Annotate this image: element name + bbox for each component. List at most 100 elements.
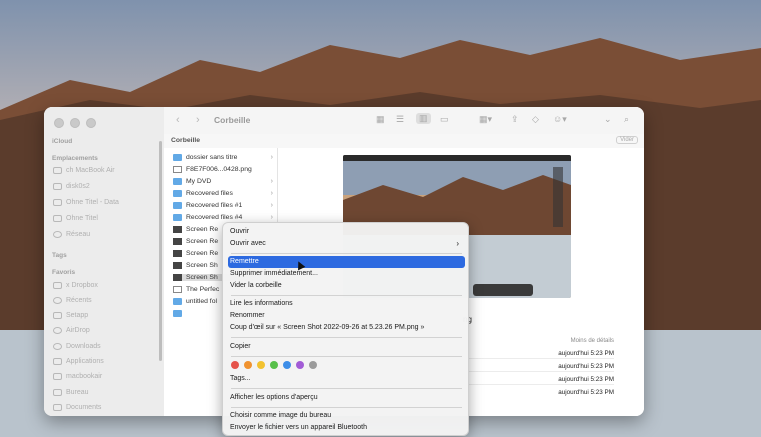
list-item[interactable]: dossier sans titre ›: [173, 154, 273, 161]
metadata-value: aujourd'hui 5:23 PM: [558, 363, 614, 370]
sidebar-item-setapp[interactable]: Setapp: [53, 312, 88, 319]
document-icon: [173, 286, 182, 293]
sidebar-item-desktop[interactable]: Bureau: [53, 389, 89, 396]
sidebar-item-recents[interactable]: Récents: [53, 297, 92, 304]
sidebar-item-label: AirDrop: [66, 327, 90, 334]
document-icon: [53, 404, 62, 411]
menu-item-empty-trash[interactable]: Vider la corbeille: [228, 280, 465, 292]
sidebar-item-disk[interactable]: disk0s2: [53, 183, 90, 190]
drive-icon: [53, 183, 62, 190]
sidebar-item-airdrop[interactable]: AirDrop: [53, 327, 90, 334]
sidebar-scrollbar[interactable]: [159, 141, 162, 361]
column-view-icon[interactable]: ▥: [416, 113, 431, 124]
video-file-icon: [173, 250, 182, 257]
search-icon[interactable]: ⌕: [624, 114, 629, 125]
menu-item-quick-look[interactable]: Coup d'œil sur « Screen Shot 2022-09-26 …: [228, 322, 465, 334]
clock-icon: [53, 297, 62, 304]
group-icon[interactable]: ▦▾: [479, 114, 492, 125]
forward-button[interactable]: ›: [196, 114, 200, 126]
tag-yellow[interactable]: [257, 361, 265, 369]
folder-icon: [173, 154, 182, 161]
sidebar-item-label: macbookair: [66, 373, 103, 380]
menu-item-open-with[interactable]: Ouvrir avec ›: [228, 238, 465, 250]
sidebar-item-home[interactable]: macbookair: [53, 373, 102, 380]
globe-icon: [53, 231, 62, 238]
sidebar-item-label: disk0s2: [66, 183, 90, 190]
file-name: Recovered files #1: [186, 202, 243, 209]
tag-red[interactable]: [231, 361, 239, 369]
less-details-link[interactable]: Moins de détails: [571, 338, 614, 344]
sidebar-section-favorites: Favoris: [52, 269, 76, 276]
sidebar-item-label: Bureau: [66, 389, 89, 396]
window-controls: [54, 118, 96, 128]
tag-purple[interactable]: [296, 361, 304, 369]
close-button[interactable]: [54, 118, 64, 128]
sidebar-item-label: Ohne Titel: [66, 215, 98, 222]
sidebar-item-label: Réseau: [66, 231, 91, 238]
menu-item-get-info[interactable]: Lire les informations: [228, 298, 465, 310]
sidebar-item-dropbox[interactable]: x Dropbox: [53, 282, 98, 289]
list-item[interactable]: Recovered files ›: [173, 190, 273, 197]
chevron-down-icon[interactable]: ⌄: [604, 114, 612, 125]
sidebar-item-label: Ohne Titel - Data: [66, 199, 119, 206]
sidebar-item-ohne-titel-data[interactable]: Ohne Titel - Data: [53, 199, 119, 206]
tag-blue[interactable]: [283, 361, 291, 369]
sidebar-item-downloads[interactable]: Downloads: [53, 343, 101, 350]
sidebar-item-applications[interactable]: Applications: [53, 358, 104, 365]
list-view-icon[interactable]: ☰: [396, 114, 404, 125]
file-name: Screen Re: [186, 250, 219, 257]
sidebar-item-network[interactable]: Réseau: [53, 231, 90, 238]
gallery-view-icon[interactable]: ▭: [440, 114, 449, 125]
sidebar-item-label: Applications: [66, 358, 104, 365]
minimize-button[interactable]: [70, 118, 80, 128]
menu-separator: [231, 295, 462, 296]
video-file-icon: [173, 238, 182, 245]
menu-separator: [231, 407, 462, 408]
file-name: Recovered files: [186, 190, 233, 197]
tag-green[interactable]: [270, 361, 278, 369]
menu-item-rename[interactable]: Renommer: [228, 310, 465, 322]
folder-icon: [173, 190, 182, 197]
file-name: F8E7F006...0428.png: [186, 166, 252, 173]
current-folder-label: Corbeille: [171, 137, 201, 144]
zoom-button[interactable]: [86, 118, 96, 128]
list-item[interactable]: Recovered files #1 ›: [173, 202, 273, 209]
file-name: My DVD: [186, 178, 212, 185]
list-item[interactable]: Recovered files #4 ›: [173, 214, 273, 221]
icon-view-icon[interactable]: ▦: [376, 114, 385, 125]
menu-item-put-back[interactable]: Remettre: [228, 256, 465, 268]
file-name: Screen Sh: [186, 262, 218, 269]
tag-orange[interactable]: [244, 361, 252, 369]
file-name: The Perfec: [186, 286, 220, 293]
menu-item-send-bluetooth[interactable]: Envoyer le fichier vers un appareil Blue…: [228, 422, 465, 434]
list-item[interactable]: F8E7F006...0428.png: [173, 166, 273, 173]
sidebar-item-label: Récents: [66, 297, 92, 304]
applications-icon: [53, 358, 62, 365]
tag-gray[interactable]: [309, 361, 317, 369]
menu-item-set-desktop-picture[interactable]: Choisir comme image du bureau: [228, 410, 465, 422]
sidebar-item-ohne-titel[interactable]: Ohne Titel: [53, 215, 98, 222]
menu-item-copy[interactable]: Copier: [228, 341, 465, 353]
file-name: Recovered files #4: [186, 214, 243, 221]
chevron-right-icon: ›: [456, 239, 459, 248]
sidebar-item-macbook[interactable]: ch MacBook Air: [53, 167, 115, 174]
divider: [468, 358, 614, 359]
more-actions-icon[interactable]: ☺▾: [553, 114, 567, 125]
sidebar-item-documents[interactable]: Documents: [53, 404, 101, 411]
image-file-icon: [173, 262, 182, 269]
back-button[interactable]: ‹: [176, 114, 180, 126]
menu-item-tags[interactable]: Tags...: [228, 373, 465, 385]
list-item[interactable]: My DVD ›: [173, 178, 273, 185]
menu-item-delete-immediately[interactable]: Supprimer immédiatement...: [228, 268, 465, 280]
sidebar-item-label: x Dropbox: [66, 282, 98, 289]
path-bar: Corbeille Vider: [164, 134, 644, 149]
metadata-value: aujourd'hui 5:23 PM: [558, 389, 614, 396]
menu-separator: [231, 356, 462, 357]
sidebar-section-tags: Tags: [52, 252, 67, 259]
menu-item-open[interactable]: Ouvrir: [228, 226, 465, 238]
tag-colors: [231, 361, 317, 369]
empty-trash-button[interactable]: Vider: [616, 136, 638, 144]
tag-icon[interactable]: ◇: [532, 114, 539, 125]
share-icon[interactable]: ⇪: [511, 114, 519, 125]
menu-item-show-preview-options[interactable]: Afficher les options d'aperçu: [228, 392, 465, 404]
